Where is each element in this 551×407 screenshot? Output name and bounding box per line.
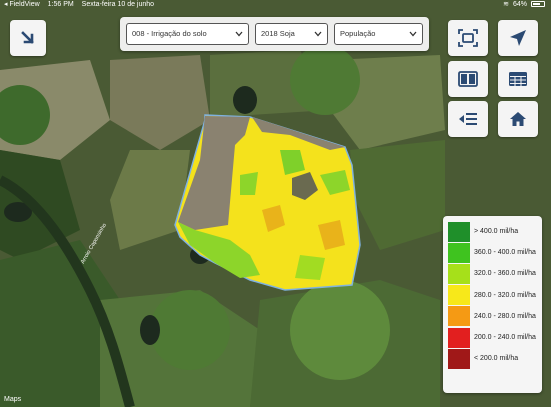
filter-bar: 008 - Irrigação do solo 2018 Soja Popula… — [120, 17, 429, 51]
legend-label: 240.0 - 280.0 mil/ha — [474, 312, 536, 320]
legend-label: 200.0 - 240.0 mil/ha — [474, 334, 536, 342]
location-arrow-icon — [510, 30, 526, 46]
back-app-label[interactable]: ◂ FieldView — [4, 1, 40, 8]
legend-swatch — [448, 263, 470, 284]
status-time: 1:56 PM — [47, 1, 74, 8]
battery-percent: 64% — [512, 0, 527, 8]
home-icon — [510, 112, 526, 126]
table-view-button[interactable] — [498, 61, 538, 97]
maps-attribution: Maps — [4, 396, 22, 403]
population-zone — [240, 172, 258, 195]
legend-swatch — [448, 285, 470, 306]
wifi-icon: ≋ — [503, 1, 509, 8]
table-icon — [509, 72, 527, 86]
layers-list-icon — [459, 113, 477, 125]
split-view-icon — [458, 71, 478, 87]
legend-item: 320.0 - 360.0 mil/ha — [448, 263, 538, 284]
legend-item: < 200.0 mil/ha — [448, 348, 538, 369]
legend-item: 280.0 - 320.0 mil/ha — [448, 285, 538, 306]
population-zone — [295, 255, 325, 280]
chevron-down-icon — [235, 31, 243, 37]
water-body — [140, 315, 160, 345]
legend-label: < 200.0 mil/ha — [474, 355, 519, 363]
legend-item: > 400.0 mil/ha — [448, 221, 538, 242]
layer-select-value: População — [340, 29, 376, 38]
legend-label: 360.0 - 400.0 mil/ha — [474, 249, 536, 257]
legend-swatch — [448, 242, 470, 263]
chevron-down-icon — [314, 31, 322, 37]
legend-label: > 400.0 mil/ha — [474, 228, 519, 236]
legend-label: 320.0 - 360.0 mil/ha — [474, 270, 536, 278]
field-select-value: 008 - Irrigação do solo — [132, 29, 207, 38]
fit-extent-button[interactable] — [448, 20, 488, 56]
legend-swatch — [448, 327, 470, 348]
collapse-button[interactable] — [10, 20, 46, 56]
legend-swatch — [448, 348, 470, 369]
field-select[interactable]: 008 - Irrigação do solo — [126, 23, 249, 45]
home-button[interactable] — [498, 101, 538, 137]
pivot-circle — [290, 45, 360, 115]
locate-button[interactable] — [498, 20, 538, 56]
legend-item: 360.0 - 400.0 mil/ha — [448, 242, 538, 263]
season-select[interactable]: 2018 Soja — [255, 23, 328, 45]
legend-swatch — [448, 306, 470, 327]
battery-icon — [531, 1, 545, 7]
status-bar: ◂ FieldView 1:56 PM Sexta-feira 10 de ju… — [0, 0, 551, 10]
pivot-circle — [150, 290, 230, 370]
water-body — [233, 86, 257, 114]
pivot-circle — [290, 280, 390, 380]
status-date: Sexta-feira 10 de junho — [81, 1, 155, 8]
legend-label: 280.0 - 320.0 mil/ha — [474, 291, 536, 299]
season-select-value: 2018 Soja — [261, 29, 295, 38]
map-legend: > 400.0 mil/ha 360.0 - 400.0 mil/ha 320.… — [443, 216, 542, 393]
chevron-down-icon — [409, 31, 417, 37]
legend-item: 240.0 - 280.0 mil/ha — [448, 306, 538, 327]
arrow-down-right-icon — [21, 31, 34, 44]
fit-extent-icon — [458, 29, 478, 47]
legend-swatch — [448, 221, 470, 242]
legend-item: 200.0 - 240.0 mil/ha — [448, 327, 538, 348]
split-view-button[interactable] — [448, 61, 488, 97]
layer-select[interactable]: População — [334, 23, 423, 45]
layers-list-button[interactable] — [448, 101, 488, 137]
